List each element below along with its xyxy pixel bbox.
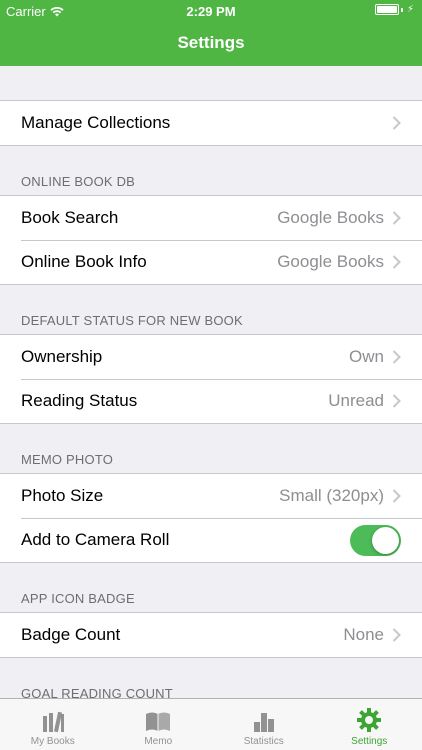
chevron-right-icon [392, 116, 401, 130]
book-search-row[interactable]: Book Search Google Books [0, 196, 422, 240]
tab-label: My Books [30, 736, 75, 747]
chevron-right-icon [392, 255, 401, 269]
section-header-badge: APP ICON BADGE [21, 591, 135, 606]
row-label: Ownership [21, 347, 103, 366]
manage-group: Manage Collections [0, 100, 422, 146]
camera-roll-row: Add to Camera Roll [0, 518, 422, 562]
badge-group: Badge Count None [0, 612, 422, 658]
default-status-group: Ownership Own Reading Status Unread [0, 334, 422, 424]
page-title: Settings [177, 33, 245, 52]
row-value: Google Books [277, 252, 384, 271]
tab-label: Statistics [243, 736, 284, 747]
section-header-goal: GOAL READING COUNT [21, 686, 173, 698]
tab-bar: My Books Memo Statistics Settings [0, 698, 422, 750]
section-header-default-status: DEFAULT STATUS FOR NEW BOOK [21, 313, 243, 328]
tab-settings[interactable]: Settings [317, 699, 422, 750]
photo-size-row[interactable]: Photo Size Small (320px) [0, 474, 422, 518]
manage-collections-row[interactable]: Manage Collections [0, 101, 422, 145]
badge-count-row[interactable]: Badge Count None [0, 613, 422, 657]
online-group: Book Search Google Books Online Book Inf… [0, 195, 422, 285]
row-label: Reading Status [21, 391, 138, 410]
memo-book-icon [146, 712, 171, 731]
settings-screen: Carrier 2:29 PM ⚡ Settings Manage Collec… [0, 0, 422, 750]
gear-icon [357, 708, 382, 732]
chevron-right-icon [392, 350, 401, 364]
clock: 2:29 PM [186, 4, 236, 19]
books-icon [42, 711, 64, 733]
camera-roll-toggle[interactable] [350, 524, 401, 556]
row-label: Book Search [21, 208, 119, 227]
row-value: Own [349, 347, 384, 366]
reading-status-row[interactable]: Reading Status Unread [0, 379, 422, 423]
status-bar: Carrier 2:29 PM ⚡ [0, 0, 422, 22]
chevron-right-icon [392, 489, 401, 503]
battery-icon [374, 4, 399, 15]
online-book-info-row[interactable]: Online Book Info Google Books [0, 240, 422, 284]
section-header-online: ONLINE BOOK DB [21, 174, 136, 189]
chevron-right-icon [392, 211, 401, 225]
navigation-bar: Carrier 2:29 PM ⚡ Settings [0, 0, 422, 66]
memo-photo-group: Photo Size Small (320px) Add to Camera R… [0, 473, 422, 563]
row-value: None [343, 625, 384, 644]
chevron-right-icon [392, 628, 401, 642]
row-label: Online Book Info [21, 252, 147, 271]
row-value: Small (320px) [279, 486, 384, 505]
tab-label: Settings [351, 736, 388, 747]
row-value: Unread [328, 391, 384, 410]
tab-label: Memo [144, 736, 173, 747]
tab-my-books[interactable]: My Books [0, 699, 106, 750]
section-header-memo-photo: MEMO PHOTO [21, 452, 114, 467]
tab-statistics[interactable]: Statistics [211, 699, 317, 750]
ownership-row[interactable]: Ownership Own [0, 335, 422, 379]
battery-indicator: ⚡ [374, 4, 414, 15]
settings-list[interactable]: Manage Collections ONLINE BOOK DB Book S… [0, 66, 422, 698]
charging-bolt-icon: ⚡ [406, 4, 414, 15]
row-label: Photo Size [21, 486, 104, 505]
row-label: Add to Camera Roll [21, 530, 170, 549]
chevron-right-icon [392, 394, 401, 408]
row-value: Google Books [277, 208, 384, 227]
bar-chart-icon [253, 713, 274, 732]
tab-memo[interactable]: Memo [106, 699, 212, 750]
row-label: Badge Count [21, 625, 121, 644]
row-label: Manage Collections [21, 113, 171, 132]
